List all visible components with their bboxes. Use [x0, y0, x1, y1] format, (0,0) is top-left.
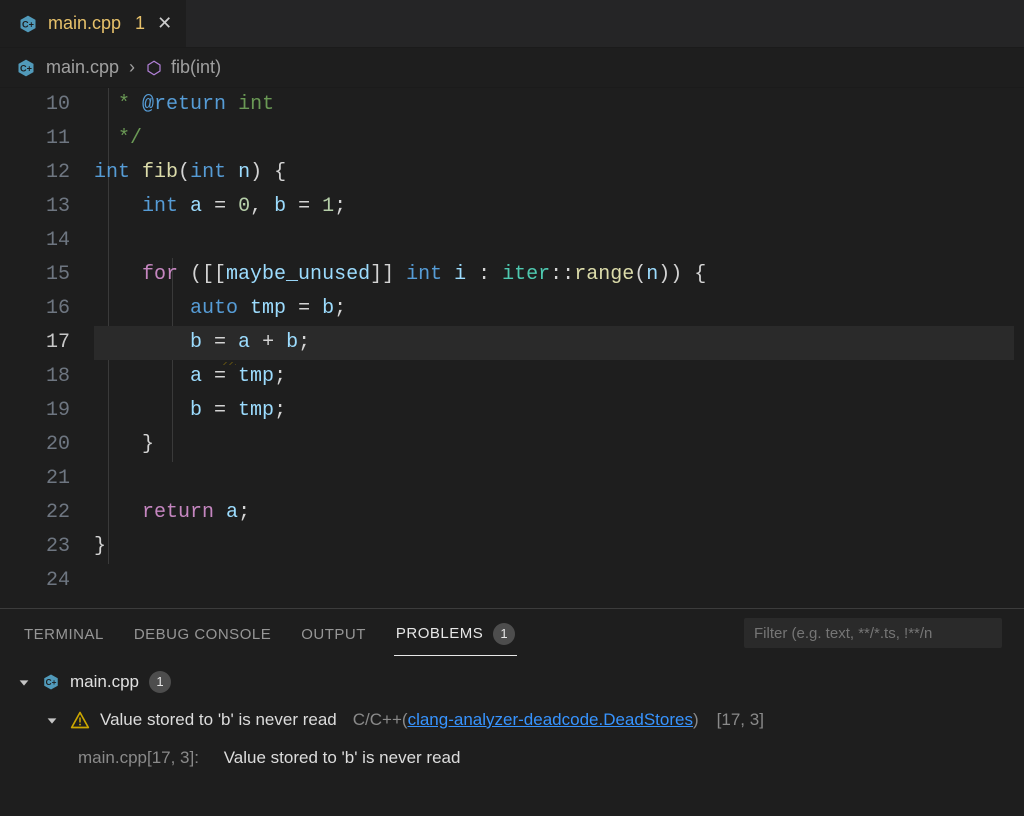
- code-line[interactable]: [94, 224, 1014, 258]
- problems-list: C+ main.cpp 1 Value stored to 'b' is nev…: [0, 657, 1024, 777]
- line-number: 18: [0, 360, 70, 394]
- line-number: 13: [0, 190, 70, 224]
- panel-tab-bar: TERMINAL DEBUG CONSOLE OUTPUT PROBLEMS 1: [0, 609, 1024, 657]
- tab-filename: main.cpp: [48, 13, 121, 34]
- line-number: 20: [0, 428, 70, 462]
- line-number: 21: [0, 462, 70, 496]
- svg-text:C+: C+: [20, 63, 32, 73]
- breadcrumb[interactable]: C+ main.cpp › fib(int): [0, 48, 1024, 88]
- code-line[interactable]: int a = 0, b = 1;: [94, 190, 1014, 224]
- code-line[interactable]: int fib(int n) {: [94, 156, 1014, 190]
- problem-message: Value stored to 'b' is never read: [100, 705, 337, 735]
- code-editor[interactable]: 101112131415161718192021222324 * @return…: [0, 88, 1024, 608]
- chevron-down-icon[interactable]: [16, 675, 32, 691]
- breadcrumb-file[interactable]: main.cpp: [46, 57, 119, 78]
- line-number: 10: [0, 88, 70, 122]
- chevron-down-icon[interactable]: [44, 713, 60, 729]
- line-number: 23: [0, 530, 70, 564]
- code-line[interactable]: for ([[maybe_unused]] int i : iter::rang…: [94, 258, 1014, 292]
- problems-filter-input[interactable]: [744, 618, 1002, 648]
- line-number: 17: [0, 326, 70, 360]
- code-line[interactable]: a = tmp;: [94, 360, 1014, 394]
- problems-file-row[interactable]: C+ main.cpp 1: [16, 663, 1008, 701]
- close-icon[interactable]: ✕: [157, 13, 172, 34]
- code-line[interactable]: }: [94, 530, 1014, 564]
- problem-nested-item[interactable]: main.cpp[17, 3]: Value stored to 'b' is …: [16, 739, 1008, 777]
- code-line[interactable]: * @return int: [94, 88, 1014, 122]
- tab-problems[interactable]: PROBLEMS 1: [394, 611, 517, 656]
- warning-icon: [70, 710, 90, 730]
- line-number-gutter: 101112131415161718192021222324: [0, 88, 94, 608]
- code-line[interactable]: b = tmp;: [94, 394, 1014, 428]
- tab-output[interactable]: OUTPUT: [299, 614, 368, 653]
- problem-item[interactable]: Value stored to 'b' is never read C/C++(…: [16, 701, 1008, 739]
- cpp-file-icon: C+: [18, 14, 38, 34]
- svg-text:C+: C+: [22, 19, 34, 29]
- file-problem-count-badge: 1: [149, 671, 171, 693]
- bottom-panel: TERMINAL DEBUG CONSOLE OUTPUT PROBLEMS 1…: [0, 608, 1024, 816]
- line-number: 11: [0, 122, 70, 156]
- line-number: 19: [0, 394, 70, 428]
- code-line[interactable]: b = a + b;: [94, 326, 1014, 360]
- line-number: 24: [0, 564, 70, 598]
- code-line[interactable]: auto tmp = b;: [94, 292, 1014, 326]
- problem-source: C/C++: [353, 710, 402, 729]
- problems-file-name: main.cpp: [70, 667, 139, 697]
- svg-text:C+: C+: [46, 678, 57, 687]
- chevron-right-icon: ›: [129, 57, 135, 78]
- tab-bar: C+ main.cpp 1 ✕: [0, 0, 1024, 48]
- line-number: 15: [0, 258, 70, 292]
- breadcrumb-symbol[interactable]: fib(int): [145, 57, 221, 78]
- code-line[interactable]: */: [94, 122, 1014, 156]
- cpp-file-icon: C+: [42, 673, 60, 691]
- problem-nested-prefix: main.cpp[17, 3]:: [78, 743, 199, 773]
- code-line[interactable]: return a;: [94, 496, 1014, 530]
- line-number: 12: [0, 156, 70, 190]
- tab-terminal[interactable]: TERMINAL: [22, 614, 106, 653]
- line-number: 14: [0, 224, 70, 258]
- tab-debug-console[interactable]: DEBUG CONSOLE: [132, 614, 273, 653]
- code-line[interactable]: [94, 462, 1014, 496]
- problems-count-badge: 1: [493, 623, 515, 645]
- code-line[interactable]: }: [94, 428, 1014, 462]
- symbol-method-icon: [145, 59, 163, 77]
- line-number: 22: [0, 496, 70, 530]
- problem-nested-message: Value stored to 'b' is never read: [224, 743, 461, 773]
- tab-dirty-indicator: 1: [135, 13, 145, 34]
- problem-rule-link[interactable]: clang-analyzer-deadcode.DeadStores: [408, 710, 693, 729]
- editor-tab-main-cpp[interactable]: C+ main.cpp 1 ✕: [0, 0, 187, 47]
- code-line[interactable]: [94, 564, 1014, 598]
- line-number: 16: [0, 292, 70, 326]
- problem-location: [17, 3]: [717, 705, 764, 735]
- cpp-file-icon: C+: [16, 58, 36, 78]
- code-area[interactable]: * @return int */int fib(int n) { int a =…: [94, 88, 1024, 608]
